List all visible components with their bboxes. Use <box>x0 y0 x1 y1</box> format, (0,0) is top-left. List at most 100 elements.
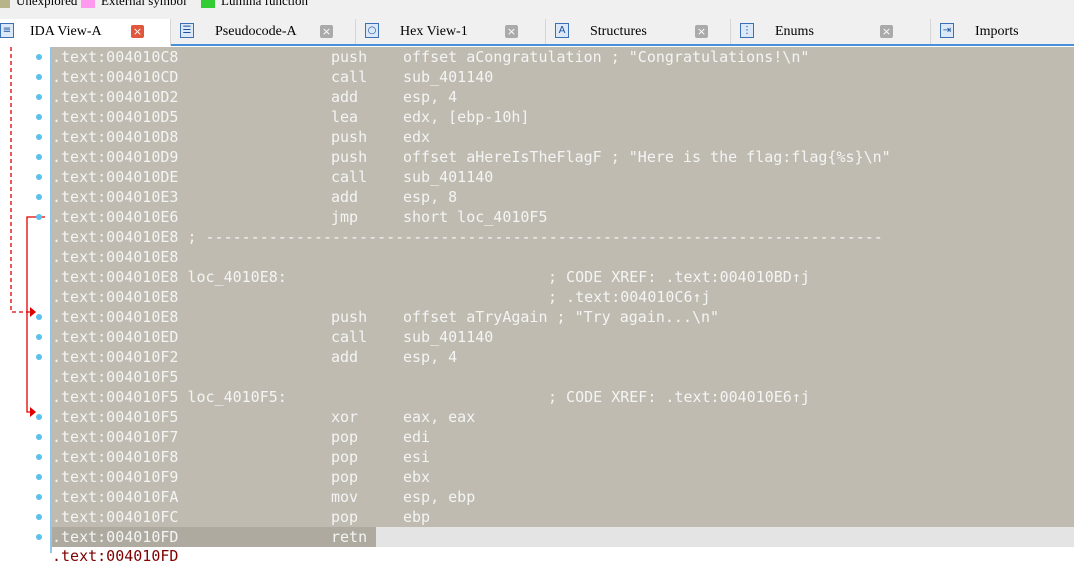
breakpoint-dot-icon[interactable] <box>36 74 42 80</box>
breakpoint-dot-icon[interactable] <box>36 174 42 180</box>
breakpoint-dot-icon[interactable] <box>36 534 42 540</box>
mnemonic: lea <box>331 108 359 126</box>
disassembly-listing[interactable]: .text:004010C8 push offset aCongratulation… <box>52 47 1074 547</box>
breakpoint-dot-icon[interactable] <box>36 414 42 420</box>
tab-structures[interactable]: A Structures × <box>545 19 731 44</box>
code-line[interactable]: .text:004010D2 add esp, 4 <box>52 87 1074 107</box>
code-line[interactable]: .text:004010E8 <box>52 247 1074 267</box>
code-line[interactable]: .text:004010D8 push edx <box>52 127 1074 147</box>
operands[interactable]: eax, eax <box>403 407 475 427</box>
code-line[interactable]: .text:004010E8 push offset aTryAgain ; "Tr… <box>52 307 1074 327</box>
line-address: .text:004010E8 <box>52 248 179 266</box>
xref-comment[interactable]: ; CODE XREF: .text:004010BD↑j <box>548 267 810 287</box>
operands[interactable]: ebx <box>403 467 430 487</box>
close-tab-icon[interactable]: × <box>505 25 518 38</box>
operands[interactable]: esp, 4 <box>403 347 457 367</box>
breakpoint-dot-icon[interactable] <box>36 194 42 200</box>
operands[interactable]: sub_401140 <box>403 327 493 347</box>
line-address: .text:004010F9 <box>52 468 179 486</box>
breakpoint-dot-icon[interactable] <box>36 454 42 460</box>
mnemonic: jmp <box>331 208 359 226</box>
code-line[interactable]: .text:004010FA mov esp, ebp <box>52 487 1074 507</box>
tab-imports[interactable]: ⇥ Imports <box>930 19 1074 44</box>
close-tab-icon[interactable]: × <box>320 25 333 38</box>
mnemonic: push <box>331 148 368 166</box>
code-line[interactable]: .text:004010ED call sub_401140 <box>52 327 1074 347</box>
operands[interactable]: offset aCongratulation ; "Congratulation… <box>403 47 809 67</box>
tab-enums[interactable]: ⋮ Enums × <box>730 19 931 44</box>
operands[interactable]: esi <box>403 447 430 467</box>
code-line[interactable]: .text:004010E3 add esp, 8 <box>52 187 1074 207</box>
operands[interactable]: esp, 4 <box>403 87 457 107</box>
line-address: .text:004010E8 loc_4010E8: <box>52 268 287 286</box>
pseudocode-icon: ☰ <box>180 23 194 38</box>
operands[interactable]: ebp <box>403 507 430 527</box>
code-line[interactable]: .text:004010E8 loc_4010E8: ; CODE XREF: .… <box>52 267 1074 287</box>
operands[interactable]: offset aTryAgain ; "Try again...\n" <box>403 307 719 327</box>
xref-comment[interactable]: ; CODE XREF: .text:004010E6↑j <box>548 387 810 407</box>
tab-bar: ≡ IDA View-A × ☰ Pseudocode-A × ○ Hex View-1 × A S… <box>0 19 1074 46</box>
code-line[interactable]: .text:004010FC pop ebp <box>52 507 1074 527</box>
breakpoint-dot-icon[interactable] <box>36 214 42 220</box>
operands[interactable]: edx <box>403 127 430 147</box>
operands[interactable]: short loc_4010F5 <box>403 207 548 227</box>
line-address: .text:004010F5 <box>52 408 179 426</box>
breakpoint-dot-icon[interactable] <box>36 354 42 360</box>
code-line[interactable]: .text:004010E8 ; -----------------------… <box>52 227 1074 247</box>
breakpoint-dot-icon[interactable] <box>36 514 42 520</box>
line-address: .text:004010F8 <box>52 448 179 466</box>
code-line[interactable]: .text:004010FD retn <box>52 527 376 547</box>
breakpoint-dot-icon[interactable] <box>36 434 42 440</box>
operands[interactable]: esp, ebp <box>403 487 475 507</box>
breakpoint-dot-icon[interactable] <box>36 94 42 100</box>
breakpoint-dot-icon[interactable] <box>36 134 42 140</box>
code-line[interactable]: .text:004010DE call sub_401140 <box>52 167 1074 187</box>
line-address: .text:004010ED <box>52 328 179 346</box>
xref-comment[interactable]: ; .text:004010C6↑j <box>548 287 711 307</box>
code-line[interactable]: .text:004010F5 xor eax, eax <box>52 407 1074 427</box>
tab-ida-view-a[interactable]: ≡ IDA View-A × <box>0 19 171 46</box>
breakpoint-dot-icon[interactable] <box>36 334 42 340</box>
breakpoint-dot-icon[interactable] <box>36 494 42 500</box>
tab-hex-view-1[interactable]: ○ Hex View-1 × <box>355 19 546 44</box>
code-line[interactable]: .text:004010D9 push offset aHereIsTheFlagF… <box>52 147 1074 167</box>
partial-row: .text:004010FD <box>52 547 179 565</box>
breakpoint-dot-icon[interactable] <box>36 154 42 160</box>
operands[interactable]: sub_401140 <box>403 67 493 87</box>
line-address: .text:004010E3 <box>52 188 179 206</box>
code-line[interactable]: .text:004010F5 <box>52 367 1074 387</box>
code-line[interactable]: .text:004010F2 add esp, 4 <box>52 347 1074 367</box>
line-address: .text:004010D5 <box>52 108 179 126</box>
code-line[interactable]: .text:004010CD call sub_401140 <box>52 67 1074 87</box>
breakpoint-dot-icon[interactable] <box>36 314 42 320</box>
code-line[interactable]: .text:004010E6 jmp short loc_4010F5 <box>52 207 1074 227</box>
legend-item: Unexplored <box>0 0 77 9</box>
operands[interactable]: offset aHereIsTheFlagF ; "Here is the fl… <box>403 147 891 167</box>
operands[interactable]: esp, 8 <box>403 187 457 207</box>
close-tab-icon[interactable]: × <box>880 25 893 38</box>
code-line[interactable]: .text:004010F5 loc_4010F5: ; CODE XREF: .… <box>52 387 1074 407</box>
breakpoint-dot-icon[interactable] <box>36 54 42 60</box>
line-address: .text:004010C8 <box>52 48 179 66</box>
tab-label: Enums <box>775 24 814 39</box>
code-line[interactable]: .text:004010C8 push offset aCongratulation… <box>52 47 1074 67</box>
breakpoint-dot-icon[interactable] <box>36 114 42 120</box>
operands[interactable]: edx, [ebp-10h] <box>403 107 529 127</box>
close-tab-icon[interactable]: × <box>131 25 144 38</box>
operands[interactable]: edi <box>403 427 430 447</box>
operands[interactable]: sub_401140 <box>403 167 493 187</box>
code-line[interactable]: .text:004010F9 pop ebx <box>52 467 1074 487</box>
line-address: .text:004010E6 <box>52 208 179 226</box>
code-line[interactable]: .text:004010D5 lea edx, [ebp-10h] <box>52 107 1074 127</box>
tab-pseudocode-a[interactable]: ☰ Pseudocode-A × <box>170 19 356 44</box>
tab-label: IDA View-A <box>30 24 102 39</box>
mnemonic: push <box>331 128 368 146</box>
mnemonic: pop <box>331 508 359 526</box>
line-address: .text:004010E8 ; -----------------------… <box>52 228 883 246</box>
code-line[interactable]: .text:004010E8 ; .text:004010C6↑j <box>52 287 1074 307</box>
breakpoint-dot-icon[interactable] <box>36 474 42 480</box>
code-line[interactable]: .text:004010F8 pop esi <box>52 447 1074 467</box>
mnemonic: add <box>331 88 359 106</box>
close-tab-icon[interactable]: × <box>695 25 708 38</box>
code-line[interactable]: .text:004010F7 pop edi <box>52 427 1074 447</box>
